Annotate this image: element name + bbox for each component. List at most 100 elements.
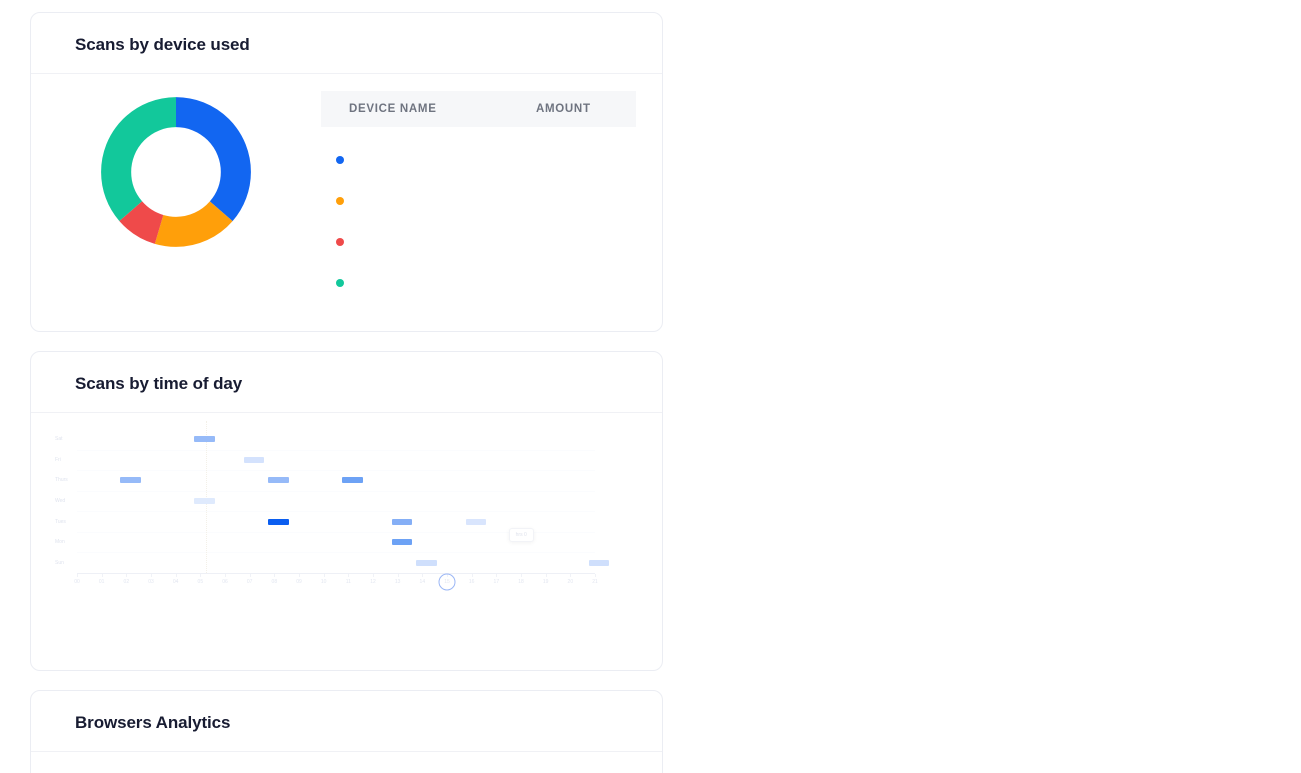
y-axis-tick-label: Thurs — [55, 477, 68, 484]
x-axis-tick-label: 14 — [419, 579, 426, 585]
device-name-cell — [336, 196, 536, 205]
card-header-browsers: Browsers Analytics — [31, 691, 662, 752]
x-axis-tick-label: 12 — [370, 579, 376, 585]
device-name-cell — [336, 278, 536, 287]
column-header-amount: AMOUNT — [536, 103, 591, 115]
time-of-day-chart: Sat Fri Thurs Wed Tues Mon Sun 00 01 02 03 04 05 06 07… — [31, 413, 662, 670]
x-axis-tick-mark — [570, 574, 572, 577]
heatmap-gridline — [77, 511, 595, 513]
x-axis-tick-label: 19 — [542, 579, 549, 585]
x-axis-tick-label: 07 — [246, 579, 253, 585]
x-axis-tick-mark — [595, 574, 596, 577]
x-axis-tick-mark — [225, 574, 226, 577]
x-axis-tick-mark — [545, 574, 547, 577]
y-axis-tick-label: Mon — [55, 539, 65, 546]
x-axis-tick-mark — [422, 574, 424, 577]
donut-chart-container — [31, 91, 321, 251]
dashboard-page: Scans by device used DEVICE NAME AMOUNT — [0, 0, 1301, 773]
x-axis-tick-label: 01 — [98, 579, 105, 585]
heatmap-vertical-guide — [206, 421, 208, 573]
legend-dot-icon — [336, 278, 344, 287]
legend-dot-icon — [336, 237, 344, 246]
heatmap-cell[interactable] — [243, 456, 264, 463]
heatmap-tooltip: hrs 0 — [508, 527, 534, 542]
heatmap-gridline — [77, 490, 595, 492]
card-body-devices: DEVICE NAME AMOUNT — [31, 74, 662, 331]
x-axis-tick-mark — [521, 574, 522, 577]
device-table-header: DEVICE NAME AMOUNT — [321, 91, 636, 127]
legend-dot-icon — [336, 196, 344, 205]
table-row — [321, 262, 636, 303]
heatmap-gridline — [77, 470, 595, 472]
heatmap-cell[interactable] — [120, 477, 141, 484]
x-axis-tick-mark — [77, 574, 78, 577]
x-axis-tick-label: 13 — [394, 579, 401, 585]
x-axis-tick-mark — [348, 574, 350, 577]
x-axis-tick-mark — [151, 574, 152, 577]
legend-dot-icon — [336, 155, 344, 164]
heatmap-plot-area: Sat Fri Thurs Wed Tues Mon Sun 00 01 02 03 04 05 06 07… — [55, 421, 610, 591]
x-axis-tick-label: 04 — [172, 579, 179, 585]
heatmap-cell[interactable] — [194, 498, 215, 504]
heatmap-cell[interactable] — [391, 518, 412, 525]
x-axis-tick-label: 21 — [592, 579, 598, 585]
heatmap-gridline — [77, 552, 595, 554]
heatmap-cell[interactable] — [342, 477, 363, 484]
card-scans-by-time: Scans by time of day Sat Fri Thurs Wed Tues M… — [30, 351, 663, 671]
y-axis-tick-label: Fri — [55, 456, 61, 463]
x-axis-tick-label: 02 — [123, 579, 130, 585]
heatmap-cell[interactable] — [465, 518, 486, 525]
device-row-list — [321, 139, 636, 303]
heatmap-cell[interactable] — [416, 559, 437, 566]
page-title-time: Scans by time of day — [75, 374, 243, 393]
card-body-browsers — [31, 752, 662, 773]
x-axis-tick-mark — [471, 574, 473, 577]
heatmap-cell[interactable] — [268, 518, 289, 525]
browser-list — [31, 752, 662, 773]
donut-chart — [101, 97, 251, 247]
highlighted-tick-marker[interactable] — [438, 573, 456, 591]
x-axis-tick-label: 08 — [271, 579, 278, 585]
x-axis-tick-label: 03 — [148, 579, 154, 585]
heatmap-cell[interactable] — [268, 477, 289, 484]
x-axis-tick-label: 00 — [74, 579, 80, 585]
card-scans-by-device: Scans by device used DEVICE NAME AMOUNT — [30, 12, 663, 332]
card-browsers-analytics: Browsers Analytics — [30, 690, 663, 773]
x-axis-tick-mark — [200, 574, 202, 577]
heatmap-cell[interactable] — [194, 436, 215, 443]
x-axis-tick-mark — [274, 574, 276, 577]
x-axis-line — [77, 573, 595, 574]
x-axis-tick-mark — [101, 574, 103, 577]
x-axis-tick-mark — [249, 574, 251, 577]
device-name-cell — [336, 237, 536, 246]
heatmap-gridline — [77, 449, 595, 451]
card-body-time: Sat Fri Thurs Wed Tues Mon Sun 00 01 02 03 04 05 06 07… — [31, 413, 662, 670]
x-axis-tick-mark — [496, 574, 498, 577]
x-axis-tick-label: 17 — [493, 579, 500, 585]
x-axis-tick-label: 18 — [518, 579, 524, 585]
table-row — [321, 139, 636, 180]
x-axis-tick-label: 06 — [222, 579, 228, 585]
device-table: DEVICE NAME AMOUNT — [321, 91, 636, 303]
heatmap-cell[interactable] — [589, 559, 610, 566]
x-axis-tick-label: 09 — [296, 579, 302, 585]
x-axis-tick-mark — [323, 574, 325, 577]
y-axis-tick-label: Wed — [55, 498, 66, 504]
x-axis-tick-mark — [299, 574, 300, 577]
device-name-cell — [336, 155, 536, 164]
x-axis-tick-label: 16 — [468, 579, 475, 585]
x-axis-tick-label: 05 — [197, 579, 204, 585]
x-axis-tick-mark — [175, 574, 177, 577]
y-axis-tick-label: Sun — [55, 559, 64, 566]
x-axis-tick-label: 10 — [320, 579, 327, 585]
x-axis-tick-mark — [397, 574, 399, 577]
card-header-time: Scans by time of day — [31, 352, 662, 413]
table-row — [321, 180, 636, 221]
column-header-device-name: DEVICE NAME — [349, 103, 437, 115]
x-axis-tick-mark — [126, 574, 128, 577]
card-header-devices: Scans by device used — [31, 13, 662, 74]
heatmap-cell[interactable] — [391, 539, 412, 546]
page-title-browsers: Browsers Analytics — [75, 713, 231, 732]
y-axis-tick-label: Sat — [55, 436, 63, 443]
x-axis-tick-label: 11 — [345, 579, 351, 585]
